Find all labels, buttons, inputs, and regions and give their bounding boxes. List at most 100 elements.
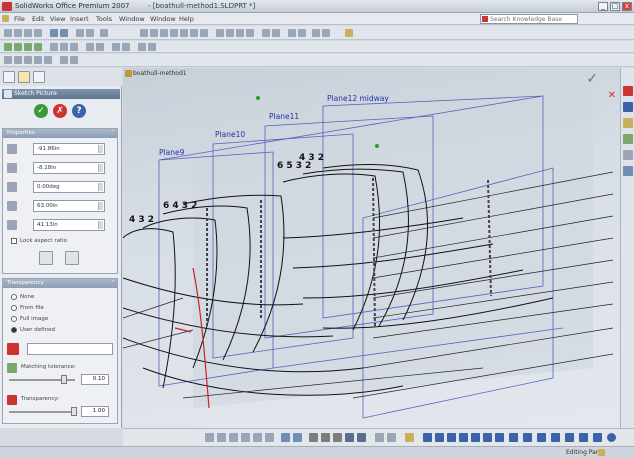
- wireframe-icon[interactable]: [309, 433, 318, 442]
- plane12-label[interactable]: Plane12 midway: [327, 94, 389, 103]
- transparency-input[interactable]: 1.00: [81, 406, 109, 417]
- construction-geometry-icon[interactable]: [44, 56, 52, 64]
- lock-aspect-checkbox-row[interactable]: Lock aspect ratio: [11, 237, 111, 246]
- minimize-button[interactable]: _: [598, 2, 608, 11]
- relation-tool-icon[interactable]: [272, 29, 280, 37]
- zoom-in-out-icon[interactable]: [229, 433, 238, 442]
- lock-aspect-checkbox[interactable]: [11, 238, 17, 244]
- zoom-to-fit-icon[interactable]: [205, 433, 214, 442]
- fillet-icon[interactable]: [50, 43, 58, 51]
- radio-from-file[interactable]: [11, 305, 17, 311]
- view-decals-icon[interactable]: [579, 433, 588, 442]
- redo-icon[interactable]: [60, 29, 68, 37]
- loft-icon[interactable]: [34, 43, 42, 51]
- dimension-tool-icon[interactable]: [262, 29, 270, 37]
- view-palette-tab-icon[interactable]: [623, 150, 633, 160]
- mirror-feature-icon[interactable]: [96, 43, 104, 51]
- search-box[interactable]: [480, 14, 578, 24]
- close-button[interactable]: x: [622, 2, 632, 11]
- shell-icon[interactable]: [70, 43, 78, 51]
- search-tab-icon[interactable]: [623, 134, 633, 144]
- feature-manager-tab-icon[interactable]: [3, 71, 15, 83]
- centerline-icon[interactable]: [14, 56, 22, 64]
- plane-tool-icon[interactable]: [288, 29, 296, 37]
- zoom-selection-icon[interactable]: [241, 433, 250, 442]
- configuration-manager-tab-icon[interactable]: [33, 71, 45, 83]
- height-field[interactable]: 41.13in: [33, 219, 105, 231]
- print-icon[interactable]: [34, 29, 42, 37]
- transparency-from-file-option[interactable]: From file: [11, 304, 111, 313]
- view-sketch-relations-icon[interactable]: [523, 433, 532, 442]
- polygon-tool-icon[interactable]: [200, 29, 208, 37]
- properties-group-header[interactable]: Properties ˄: [3, 129, 117, 138]
- boundary-icon[interactable]: [122, 43, 130, 51]
- file-explorer-tab-icon[interactable]: [623, 118, 633, 128]
- rebuild-icon[interactable]: [86, 29, 94, 37]
- sketch-tool-icon[interactable]: [140, 29, 148, 37]
- radio-user-defined[interactable]: [11, 327, 17, 333]
- view-points-icon[interactable]: [471, 433, 480, 442]
- angle-spinner[interactable]: [98, 183, 103, 191]
- transparency-user-defined-option[interactable]: User defined: [11, 326, 111, 335]
- matching-tolerance-input[interactable]: 0.10: [81, 374, 109, 385]
- menu-insert[interactable]: Insert: [70, 15, 89, 23]
- sketch-picture-tool-icon[interactable]: [345, 29, 353, 37]
- undo-icon[interactable]: [50, 29, 58, 37]
- view-axes-icon[interactable]: [435, 433, 444, 442]
- menu-window[interactable]: Window: [119, 15, 145, 23]
- save-icon[interactable]: [24, 29, 32, 37]
- menu-help[interactable]: Help: [179, 15, 194, 23]
- width-spinner[interactable]: [98, 202, 103, 210]
- curves-icon[interactable]: [148, 43, 156, 51]
- circle-tool-icon[interactable]: [170, 29, 178, 37]
- section-view-icon[interactable]: [293, 433, 302, 442]
- view-annotations-icon[interactable]: [593, 433, 602, 442]
- realview-icon[interactable]: [405, 433, 414, 442]
- angle-field[interactable]: 0.00deg: [33, 181, 105, 193]
- view-lights-icon[interactable]: [551, 433, 560, 442]
- sweep-icon[interactable]: [24, 43, 32, 51]
- transparency-group-header[interactable]: Transparency ˄: [3, 279, 117, 288]
- plane10-label[interactable]: Plane10: [215, 130, 245, 139]
- extrude-icon[interactable]: [4, 43, 12, 51]
- maximize-button[interactable]: □: [610, 2, 620, 11]
- transparency-slider-handle[interactable]: [71, 407, 77, 416]
- shadows-icon[interactable]: [375, 433, 384, 442]
- pan-icon[interactable]: [265, 433, 274, 442]
- view-origins-icon[interactable]: [447, 433, 456, 442]
- radio-none[interactable]: [11, 294, 17, 300]
- radio-full-image[interactable]: [11, 316, 17, 322]
- graphics-area[interactable]: boathull-method1 ✓ ✕ 4 3 2 6 4 3 2 6 5 3…: [123, 68, 620, 428]
- resources-tab-icon[interactable]: [623, 86, 633, 96]
- options-icon[interactable]: [100, 29, 108, 37]
- menu-view[interactable]: View: [50, 15, 65, 23]
- x-position-field[interactable]: -91.86in: [33, 143, 105, 155]
- pattern-icon[interactable]: [86, 43, 94, 51]
- repair-sketch-icon[interactable]: [70, 56, 78, 64]
- menu-window-2[interactable]: Window: [150, 15, 176, 23]
- search-input[interactable]: [490, 15, 576, 23]
- rectangle-tool-icon[interactable]: [160, 29, 168, 37]
- x-position-spinner[interactable]: [98, 145, 103, 153]
- view-dimensions-icon[interactable]: [607, 433, 616, 442]
- color-picker-icon[interactable]: [7, 343, 19, 355]
- transparency-slider[interactable]: [9, 411, 75, 413]
- transparency-full-image-option[interactable]: Full image: [11, 315, 111, 324]
- curve-tool-icon[interactable]: [322, 29, 330, 37]
- flip-vertical-button[interactable]: [65, 251, 79, 265]
- design-library-tab-icon[interactable]: [623, 102, 633, 112]
- help-button[interactable]: ?: [72, 104, 86, 118]
- status-info-icon[interactable]: [598, 449, 605, 456]
- view-cameras-icon[interactable]: [565, 433, 574, 442]
- view-coordinate-systems-icon[interactable]: [537, 433, 546, 442]
- point-tool-icon[interactable]: [312, 29, 320, 37]
- view-sketches-icon[interactable]: [459, 433, 468, 442]
- view-plane-icon[interactable]: [423, 433, 432, 442]
- appearances-tab-icon[interactable]: [623, 166, 633, 176]
- menu-file[interactable]: File: [14, 15, 25, 23]
- select-icon[interactable]: [76, 29, 84, 37]
- app-menu-icon[interactable]: [2, 15, 9, 22]
- extend-tool-icon[interactable]: [226, 29, 234, 37]
- zoom-area-icon[interactable]: [217, 433, 226, 442]
- hidden-lines-removed-icon[interactable]: [333, 433, 342, 442]
